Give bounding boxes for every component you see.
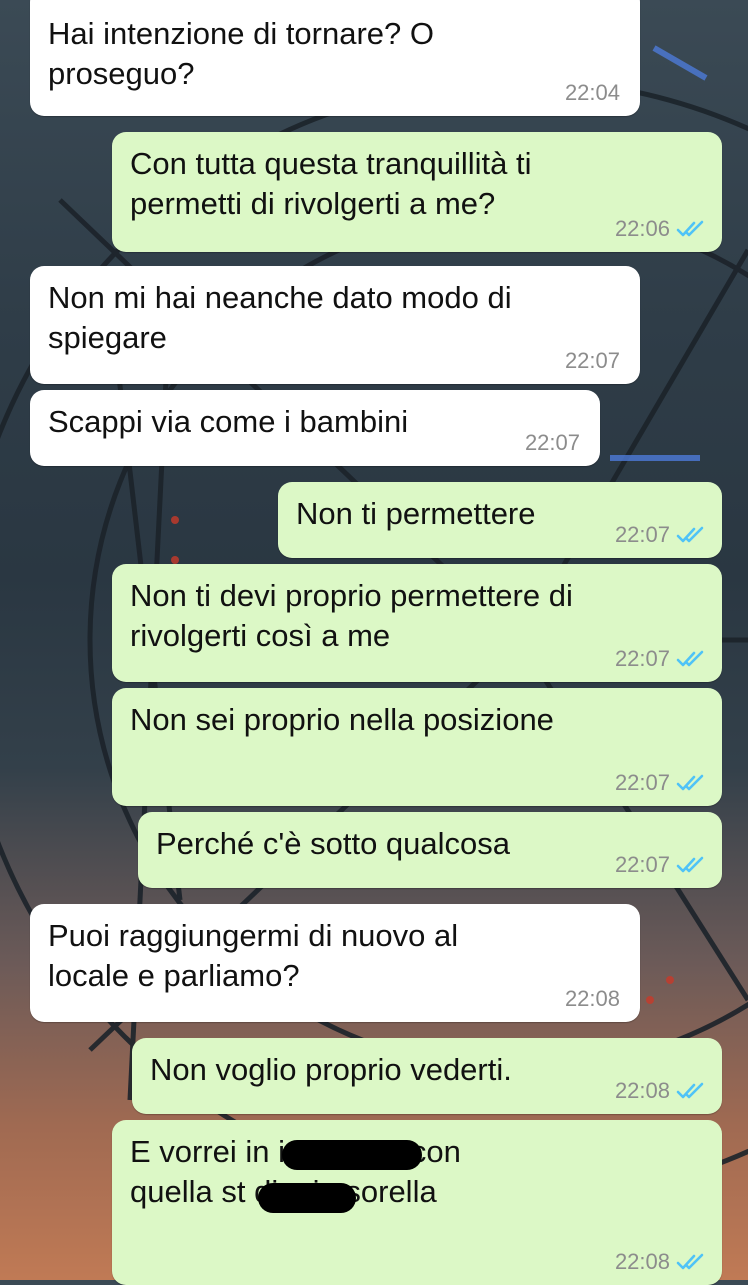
double-check-icon	[676, 1252, 706, 1272]
message-time: 22:08	[564, 986, 620, 1011]
message-time: 22:06	[614, 216, 670, 241]
incoming-message[interactable]: Non mi hai neanche dato modo di spiegare…	[30, 266, 640, 384]
outgoing-message[interactable]: Non ti permettere 22:07	[278, 482, 722, 558]
outgoing-message[interactable]: Con tutta questa tranquillità ti permett…	[112, 132, 722, 252]
double-check-icon	[676, 773, 706, 793]
message-meta: 22:07	[615, 646, 706, 672]
message-time: 22:08	[614, 1078, 670, 1103]
message-time: 22:04	[564, 80, 620, 105]
message-time: 22:07	[614, 522, 670, 547]
message-meta: 22:06	[615, 216, 706, 242]
double-check-icon	[676, 649, 706, 669]
message-meta: 22:08	[565, 986, 620, 1012]
message-time: 22:07	[614, 852, 670, 877]
message-meta: 22:08	[615, 1078, 706, 1104]
message-text: Puoi raggiungermi di nuovo al locale e p…	[48, 918, 459, 993]
message-text: Scappi via come i bambini	[48, 404, 409, 439]
message-meta: 22:07	[565, 348, 620, 374]
double-check-icon	[676, 525, 706, 545]
incoming-message[interactable]: Puoi raggiungermi di nuovo al locale e p…	[30, 904, 640, 1022]
message-meta: 22:07	[615, 522, 706, 548]
message-meta: 22:07	[615, 770, 706, 796]
message-meta: 22:08	[615, 1249, 706, 1275]
message-time: 22:07	[614, 646, 670, 671]
incoming-message[interactable]: Hai intenzione di tornare? O proseguo? 22…	[30, 0, 640, 116]
message-time: 22:07	[524, 430, 580, 455]
outgoing-message[interactable]: Perché c'è sotto qualcosa 22:07	[138, 812, 722, 888]
message-meta: 22:07	[615, 852, 706, 878]
redaction-mark	[282, 1140, 422, 1170]
message-time: 22:07	[614, 770, 670, 795]
incoming-message[interactable]: Scappi via come i bambini 22:07	[30, 390, 600, 466]
message-text: Non mi hai neanche dato modo di spiegare	[48, 280, 512, 355]
outgoing-message[interactable]: Non sei proprio nella posizione 22:07	[112, 688, 722, 806]
message-text: Hai intenzione di tornare? O proseguo?	[48, 16, 435, 91]
double-check-icon	[676, 1081, 706, 1101]
message-time: 22:07	[564, 348, 620, 373]
message-text: Con tutta questa tranquillità ti permett…	[130, 146, 532, 221]
message-text: Non sei proprio nella posizione	[130, 702, 554, 737]
double-check-icon	[676, 855, 706, 875]
message-meta: 22:04	[565, 80, 620, 106]
double-check-icon	[676, 219, 706, 239]
outgoing-message[interactable]: Non voglio proprio vederti. 22:08	[132, 1038, 722, 1114]
message-time: 22:08	[614, 1249, 670, 1274]
message-meta: 22:07	[525, 430, 580, 456]
redaction-mark	[258, 1183, 356, 1213]
message-text: Non ti devi proprio permettere di rivolg…	[130, 578, 573, 653]
outgoing-message[interactable]: Non ti devi proprio permettere di rivolg…	[112, 564, 722, 682]
